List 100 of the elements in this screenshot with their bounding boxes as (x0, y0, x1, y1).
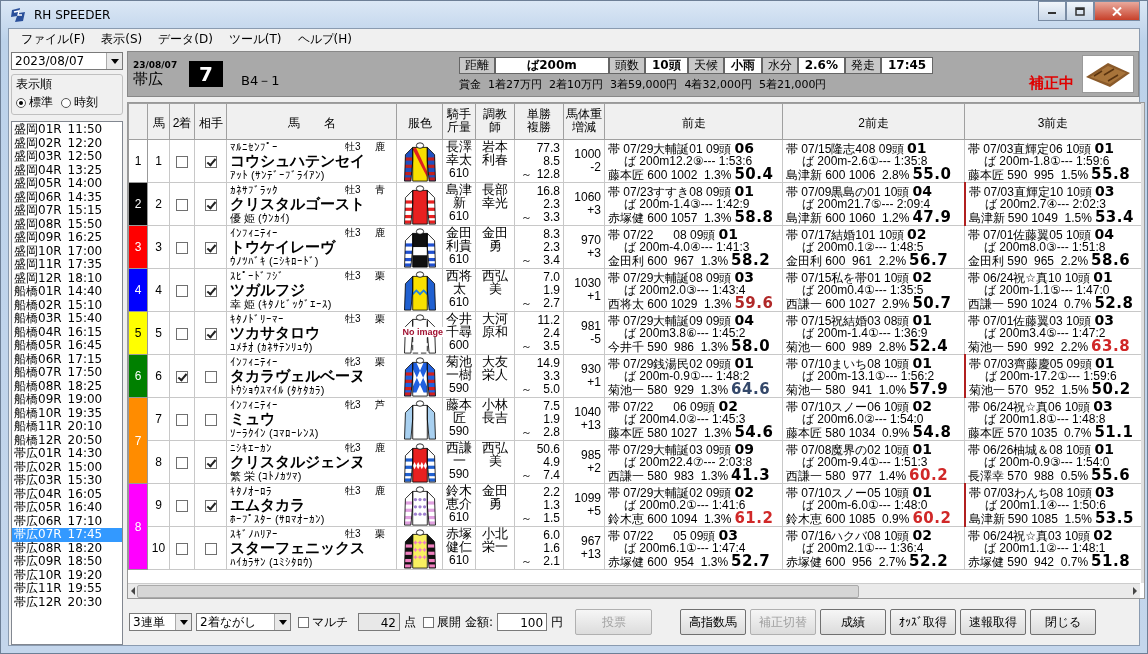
checkbox[interactable] (176, 456, 188, 469)
race-list-item[interactable]: 盛岡08R 15:50 (12, 217, 122, 231)
action-button[interactable]: 閉じる (1030, 609, 1097, 635)
race-list-item[interactable]: 帯広08R 18:20 (12, 541, 122, 555)
checkbox[interactable] (204, 370, 217, 383)
race-list-item[interactable]: 帯広01R 14:30 (12, 447, 122, 461)
sex-age: 牡3 (345, 184, 362, 196)
race-list-item[interactable]: 盛岡12R 18:10 (12, 271, 122, 285)
race-list-item[interactable]: 船橋06R 17:15 (12, 352, 122, 366)
place-odds: 2.7 (543, 296, 560, 310)
action-button[interactable]: 速報取得 (960, 609, 1027, 635)
checkbox[interactable] (204, 499, 217, 512)
speed-index: 52.2 (909, 554, 949, 568)
dam-name: ﾄｳｼｮｳｽﾏｲﾙ (ﾀｹﾀｶﾗ) (230, 384, 326, 396)
points-field[interactable]: 42 (358, 613, 400, 631)
race-list-item[interactable]: 盛岡04R 13:25 (12, 163, 122, 177)
race-list-item[interactable]: 盛岡03R 12:50 (12, 150, 122, 164)
checkbox[interactable] (204, 284, 217, 297)
race-list-item[interactable]: 帯広11R 19:55 (12, 582, 122, 596)
race-list-item[interactable]: 船橋12R 20:50 (12, 433, 122, 447)
race-list-item[interactable]: 帯広06R 17:10 (12, 514, 122, 528)
race-detail: ば 200m2.1①--- 1:36:4 (801, 541, 924, 555)
race-list-item[interactable]: 船橋07R 17:50 (12, 366, 122, 380)
checkbox[interactable] (204, 198, 217, 211)
horizontal-scrollbar[interactable] (128, 583, 1140, 598)
body-weight: 1040 (573, 406, 601, 419)
checkbox[interactable] (176, 327, 188, 340)
checkbox[interactable] (176, 284, 188, 297)
menu-item[interactable]: ツール(T) (220, 30, 290, 48)
checkbox[interactable] (423, 616, 434, 628)
speed-index: 50.7 (912, 296, 952, 310)
menu-item[interactable]: ヘルプ(H) (289, 30, 360, 48)
race-info: 帯 07/23すすき08 09頭 (608, 185, 732, 199)
checkbox[interactable] (204, 327, 217, 340)
radio-button[interactable]: 時刻 (61, 94, 98, 111)
race-list-item[interactable]: 船橋02R 15:10 (12, 298, 122, 312)
checkbox[interactable] (176, 155, 188, 168)
race-list-item[interactable]: 盛岡05R 14:00 (12, 177, 122, 191)
race-detail: ば 200m-17.2①--- 1:59:6 (983, 369, 1117, 383)
checkbox[interactable] (176, 198, 188, 211)
checkbox[interactable] (176, 241, 188, 254)
race-detail: ば 200m3.4⑤--- 1:47:2 (983, 326, 1106, 340)
checkbox[interactable] (176, 370, 188, 383)
checkbox[interactable] (204, 542, 217, 555)
menu-item[interactable]: ファイル(F) (13, 30, 94, 48)
race-list-item[interactable]: 帯広03R 15:30 (12, 474, 122, 488)
action-button[interactable]: 高指数馬 (680, 609, 747, 635)
race-list-item[interactable]: 帯広04R 16:05 (12, 487, 122, 501)
race-list-item[interactable]: 盛岡01R 11:50 (12, 123, 122, 137)
race-list-item[interactable]: 帯広12R 20:30 (12, 595, 122, 609)
dropdown[interactable]: 2着ながし (196, 613, 291, 631)
race-list-item[interactable]: 船橋09R 19:00 (12, 393, 122, 407)
race-list-item[interactable]: 帯広09R 18:50 (12, 555, 122, 569)
action-button[interactable]: ｵｯｽﾞ取得 (890, 609, 957, 635)
race-detail: ば 200m3.8⑥--- 1:45:2 (623, 326, 746, 340)
checkbox[interactable] (204, 413, 217, 426)
maximize-button[interactable] (1066, 1, 1094, 21)
race-class: B4－1 (240, 72, 281, 90)
checkbox[interactable] (204, 456, 217, 469)
checkbox[interactable] (176, 499, 188, 512)
vertical-scrollbar[interactable] (1141, 103, 1144, 583)
checkbox[interactable] (298, 616, 309, 628)
date-dropdown[interactable]: 2023/08/07 (11, 52, 123, 70)
menu-item[interactable]: 表示(S) (93, 30, 151, 48)
race-list-item[interactable]: 盛岡09R 16:25 (12, 231, 122, 245)
sire-name: ｲﾝﾌｨﾆﾃｨｰ (230, 356, 279, 368)
close-button[interactable] (1094, 1, 1140, 21)
race-list-item[interactable]: 船橋05R 16:45 (12, 339, 122, 353)
minimize-button[interactable] (1038, 1, 1066, 21)
race-list-item[interactable]: 船橋03R 15:40 (12, 312, 122, 326)
race-list-item[interactable]: 盛岡11R 17:35 (12, 258, 122, 272)
horse-number: 5 (147, 311, 170, 355)
race-list-item[interactable]: 盛岡02R 12:20 (12, 136, 122, 150)
radio-button[interactable]: 標準 (16, 94, 53, 111)
race-list-item[interactable]: 船橋11R 20:10 (12, 420, 122, 434)
race-info: 帯 07/15祝結婚03 08頭 (786, 314, 910, 328)
race-list-item[interactable]: 船橋01R 14:40 (12, 285, 122, 299)
jockey-stats: 藤本匠 580 1027 1.3% (608, 426, 732, 440)
menu-item[interactable]: データ(D) (150, 30, 221, 48)
body-weight: 1030 (573, 277, 601, 290)
race-list-item[interactable]: 帯広05R 16:40 (12, 501, 122, 515)
race-list-item[interactable]: 船橋10R 19:35 (12, 406, 122, 420)
race-list-item[interactable]: 帯広10R 19:20 (12, 568, 122, 582)
race-detail: ば 200m1.1④--- 1:50:6 (983, 498, 1106, 512)
race-list-item[interactable]: 船橋08R 18:25 (12, 379, 122, 393)
race-list-item[interactable]: 帯広02R 15:00 (12, 460, 122, 474)
race-list-item[interactable]: 船橋04R 16:15 (12, 325, 122, 339)
amount-field[interactable]: 100 (497, 613, 548, 631)
jersey-icon (401, 355, 438, 397)
checkbox[interactable] (176, 542, 188, 555)
checkbox[interactable] (176, 413, 188, 426)
dropdown[interactable]: 3連単 (129, 613, 192, 631)
race-list-item[interactable]: 盛岡06R 14:35 (12, 190, 122, 204)
finish-position: 01 (907, 141, 927, 155)
race-list-item[interactable]: 盛岡07R 15:15 (12, 204, 122, 218)
checkbox[interactable] (204, 155, 217, 168)
checkbox[interactable] (204, 241, 217, 254)
action-button[interactable]: 成績 (820, 609, 887, 635)
race-list-item[interactable]: 盛岡10R 17:00 (12, 244, 122, 258)
info-value: 17:45 (881, 56, 934, 74)
